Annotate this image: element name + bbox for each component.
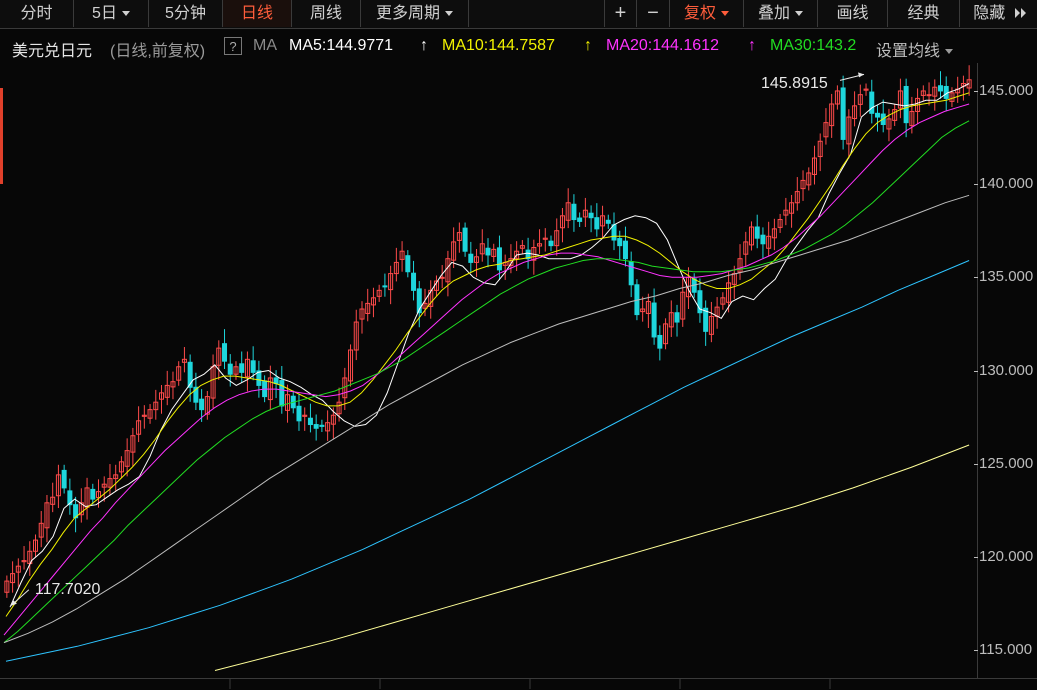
arrow-head-icon	[858, 72, 865, 78]
candle-body	[869, 91, 875, 114]
ma-line-ma30	[3, 120, 970, 643]
candle-body	[571, 203, 577, 221]
candle-body	[199, 398, 205, 411]
ma-line-ma10	[5, 92, 970, 617]
candle-body	[411, 272, 417, 291]
y-tick-label: 145.000	[979, 81, 1034, 99]
candle-body	[462, 227, 468, 252]
candle-body	[90, 488, 96, 500]
candle-body	[840, 87, 846, 140]
candle-body	[382, 285, 388, 288]
candle-body	[222, 343, 228, 362]
candle-body	[903, 85, 909, 124]
y-tick-mark	[974, 370, 978, 372]
low-price-label: 117.7020	[34, 580, 101, 598]
candle-body	[439, 276, 445, 279]
candle-body	[588, 212, 594, 219]
candle-body	[279, 380, 285, 407]
candle-body	[577, 217, 583, 222]
ma-line-ma250	[214, 444, 970, 671]
candle-body	[628, 261, 634, 286]
ma-line-ma5	[9, 83, 970, 608]
y-tick-mark	[974, 556, 978, 558]
time-axis	[0, 678, 1037, 690]
candle-body	[273, 377, 279, 385]
y-tick-mark	[974, 90, 978, 92]
candle-body	[319, 424, 325, 427]
candle-body	[485, 247, 491, 256]
ma-line-ma20	[3, 103, 970, 636]
y-tick-label: 120.000	[979, 547, 1034, 565]
candle-body	[617, 238, 623, 247]
ma-line-ma60	[3, 194, 970, 644]
y-tick-label: 130.000	[979, 361, 1034, 379]
candle-body	[239, 363, 245, 373]
y-tick-mark	[974, 650, 978, 652]
candle-body	[651, 302, 657, 338]
y-tick-mark	[974, 277, 978, 279]
candle-body	[496, 247, 502, 271]
y-tick-label: 115.000	[979, 641, 1033, 659]
candle-body	[594, 217, 600, 230]
high-price-label: 145.8915	[761, 75, 828, 93]
candle-body	[754, 226, 760, 239]
candle-body	[250, 360, 256, 373]
candle-body	[61, 469, 67, 489]
y-tick-mark	[974, 184, 978, 186]
candle-body	[313, 424, 319, 429]
candle-body	[468, 253, 474, 263]
candle-body	[611, 224, 617, 241]
candle-body	[874, 112, 880, 118]
y-tick-label: 140.000	[979, 175, 1034, 193]
candle-body	[548, 240, 554, 247]
y-tick-label: 125.000	[979, 454, 1034, 472]
candle-body	[307, 417, 313, 426]
candle-body	[674, 312, 680, 323]
ma-line-ma120	[5, 260, 970, 662]
candle-body	[937, 85, 944, 92]
candlestick-chart[interactable]	[0, 0, 1037, 689]
candle-body	[926, 94, 932, 97]
candle-body	[622, 240, 628, 260]
y-tick-label: 135.000	[979, 268, 1034, 286]
y-tick-mark	[974, 463, 978, 465]
candle-body	[405, 255, 411, 273]
candle-body	[605, 219, 611, 224]
candle-body	[760, 234, 766, 245]
candle-body	[296, 405, 302, 422]
candle-body	[657, 334, 663, 349]
candle-body	[227, 363, 233, 375]
